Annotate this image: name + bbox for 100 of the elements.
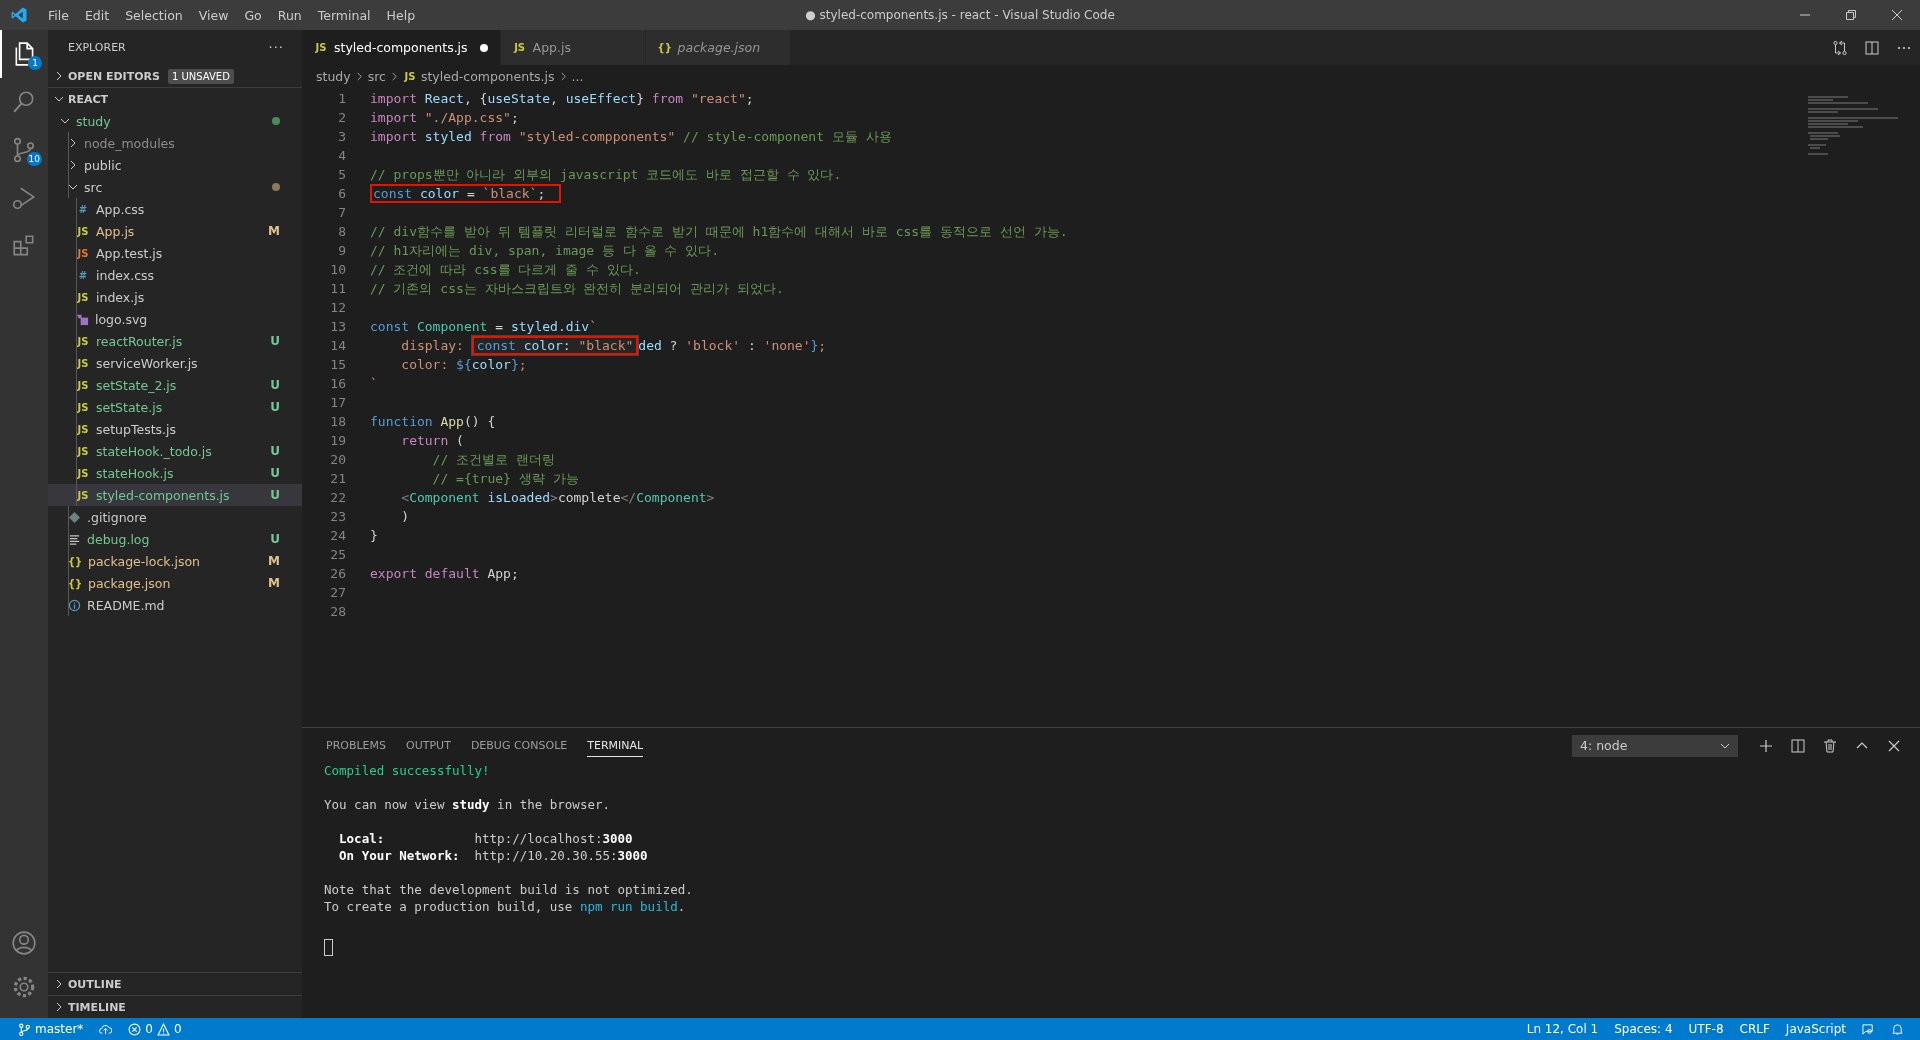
tree-row[interactable]: JS styled-components.js U: [48, 484, 302, 506]
panel-tab[interactable]: TERMINAL: [587, 734, 644, 757]
more-actions-button[interactable]: ···: [268, 40, 284, 55]
file-name[interactable]: node_modules: [84, 135, 175, 151]
breadcrumb-item[interactable]: src: [367, 68, 386, 84]
status-item[interactable]: Ln 12, Col 1: [1518, 1022, 1607, 1036]
branch-icon[interactable]: [18, 1022, 31, 1036]
section-title[interactable]: OPEN EDITORS: [68, 69, 160, 83]
tree-row[interactable]: {} package-lock.json M: [48, 550, 302, 572]
bell-icon[interactable]: [1891, 1022, 1904, 1036]
tree-row[interactable]: node_modules: [48, 132, 302, 154]
chevron-icon[interactable]: [68, 138, 78, 148]
status-item[interactable]: Spaces: 4: [1606, 1022, 1681, 1036]
file-name[interactable]: stateHook._todo.js: [96, 443, 212, 459]
tree-row[interactable]: .gitignore: [48, 506, 302, 528]
breadcrumb-item[interactable]: study: [316, 68, 351, 84]
menu-item[interactable]: Edit: [76, 7, 118, 23]
menu-item[interactable]: View: [190, 7, 237, 23]
compare-changes-icon[interactable]: [1832, 39, 1848, 56]
file-name[interactable]: App.css: [96, 201, 145, 217]
split-editor-icon[interactable]: [1864, 39, 1880, 56]
tree-row[interactable]: JS stateHook._todo.js U: [48, 440, 302, 462]
terminal-dropdown[interactable]: 4: node: [1580, 738, 1628, 753]
settings-icon[interactable]: [11, 974, 37, 1000]
panel-tab[interactable]: DEBUG CONSOLE: [470, 734, 568, 757]
close-icon[interactable]: [1891, 9, 1903, 21]
file-name[interactable]: App.js: [96, 223, 135, 239]
editor-tab[interactable]: JS styled-components.js: [302, 30, 501, 65]
account-icon[interactable]: [11, 930, 37, 956]
tree-row[interactable]: # index.css: [48, 264, 302, 286]
restore-icon[interactable]: [1845, 9, 1857, 21]
chevron-icon[interactable]: [68, 160, 78, 170]
file-name[interactable]: .gitignore: [87, 509, 147, 525]
tree-row[interactable]: JS setupTests.js: [48, 418, 302, 440]
status-item[interactable]: JavaScript: [1777, 1022, 1854, 1036]
tree-row[interactable]: src: [48, 176, 302, 198]
file-name[interactable]: debug.log: [87, 531, 150, 547]
tree-row[interactable]: logo.svg: [48, 308, 302, 330]
file-name[interactable]: reactRouter.js: [96, 333, 183, 349]
file-name[interactable]: stateHook.js: [96, 465, 174, 481]
split-terminal-icon[interactable]: [1790, 737, 1806, 754]
breadcrumb-item[interactable]: ...: [571, 68, 584, 84]
tree-row[interactable]: JS reactRouter.js U: [48, 330, 302, 352]
tree-row[interactable]: JS serviceWorker.js: [48, 352, 302, 374]
file-name[interactable]: styled-components.js: [96, 487, 230, 503]
file-name[interactable]: serviceWorker.js: [96, 355, 198, 371]
chevron-icon[interactable]: [54, 1002, 64, 1012]
trash-icon[interactable]: [1822, 737, 1838, 754]
chevron-icon[interactable]: [54, 979, 64, 989]
editor-tab[interactable]: {} package.json: [645, 30, 791, 65]
file-name[interactable]: package.json: [88, 575, 171, 591]
error-count[interactable]: 0: [145, 1022, 153, 1036]
file-name[interactable]: index.js: [96, 289, 145, 305]
tree-row[interactable]: # App.css: [48, 198, 302, 220]
tree-row[interactable]: README.md: [48, 594, 302, 616]
status-item[interactable]: UTF-8: [1680, 1022, 1732, 1036]
warning-count[interactable]: 0: [173, 1022, 182, 1036]
chevron-icon[interactable]: [54, 71, 64, 81]
run-debug-icon[interactable]: [11, 185, 37, 211]
file-name[interactable]: study: [76, 113, 111, 129]
feedback-icon[interactable]: [1862, 1022, 1875, 1036]
tree-row[interactable]: JS App.js M: [48, 220, 302, 242]
tree-row[interactable]: {} package.json M: [48, 572, 302, 594]
panel-tab[interactable]: OUTPUT: [406, 734, 451, 757]
section-title[interactable]: TIMELINE: [68, 1000, 126, 1014]
tree-row[interactable]: public: [48, 154, 302, 176]
file-name[interactable]: src: [84, 179, 103, 195]
menu-item[interactable]: Help: [378, 7, 424, 23]
tree-row[interactable]: study: [48, 110, 302, 132]
breadcrumb-item[interactable]: styled-components.js: [420, 68, 555, 84]
file-name[interactable]: public: [84, 157, 122, 173]
sync-icon[interactable]: [99, 1022, 113, 1036]
panel-tab[interactable]: PROBLEMS: [326, 734, 387, 757]
tree-row[interactable]: JS setState_2.js U: [48, 374, 302, 396]
file-name[interactable]: index.css: [96, 267, 155, 283]
file-name[interactable]: setupTests.js: [96, 421, 177, 437]
chevron-icon[interactable]: [60, 116, 70, 126]
file-name[interactable]: README.md: [87, 597, 165, 613]
branch-name[interactable]: master*: [35, 1022, 84, 1036]
tree-row[interactable]: debug.log U: [48, 528, 302, 550]
warning-icon[interactable]: [156, 1022, 170, 1036]
tree-row[interactable]: JS App.test.js: [48, 242, 302, 264]
tree-row[interactable]: JS setState.js U: [48, 396, 302, 418]
activity-item[interactable]: 10: [0, 126, 48, 174]
chevron-icon[interactable]: [68, 182, 78, 192]
menu-item[interactable]: Terminal: [309, 7, 379, 23]
file-name[interactable]: logo.svg: [95, 311, 148, 327]
chevron-icon[interactable]: [54, 94, 64, 104]
tree-row[interactable]: JS index.js: [48, 286, 302, 308]
editor-tab[interactable]: JS App.js: [500, 30, 646, 65]
add-icon[interactable]: [1758, 737, 1774, 754]
file-name[interactable]: App.test.js: [96, 245, 163, 261]
error-icon[interactable]: [128, 1022, 142, 1036]
menu-item[interactable]: Selection: [117, 7, 191, 23]
tree-row[interactable]: JS stateHook.js U: [48, 462, 302, 484]
menu-item[interactable]: Go: [236, 7, 270, 23]
file-name[interactable]: package-lock.json: [88, 553, 201, 569]
folder-title[interactable]: REACT: [68, 92, 109, 106]
file-name[interactable]: setState_2.js: [96, 377, 177, 393]
status-item[interactable]: CRLF: [1731, 1022, 1778, 1036]
